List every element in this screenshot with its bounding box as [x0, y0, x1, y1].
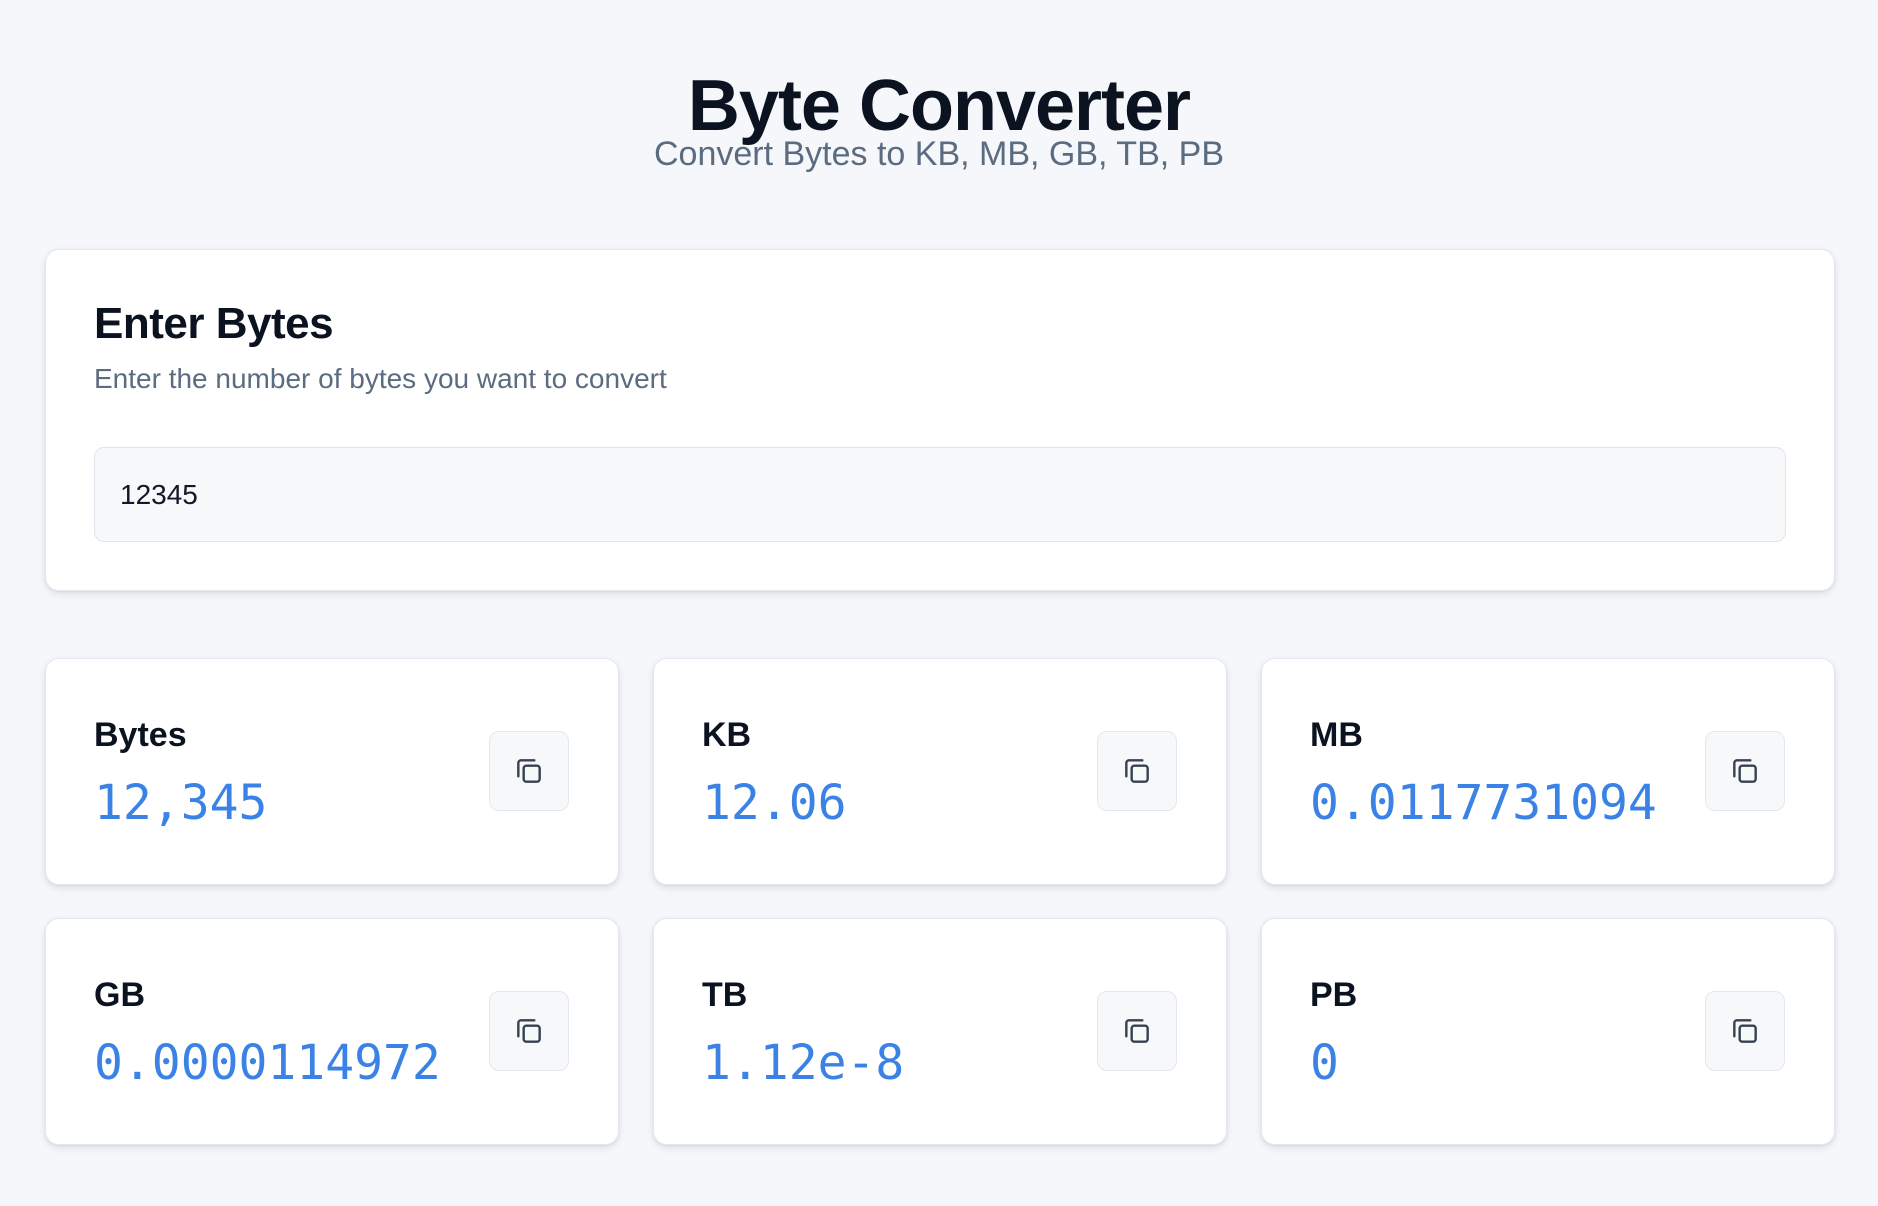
- copy-icon: [1125, 759, 1149, 783]
- result-value: 1.12e-8: [702, 1035, 905, 1091]
- result-card-kb: KB 12.06: [653, 658, 1227, 885]
- result-value: 0.0000114972: [94, 1035, 441, 1091]
- result-label: PB: [1310, 976, 1358, 1014]
- copy-icon: [1125, 1019, 1149, 1043]
- result-value: 0.0117731094: [1310, 775, 1657, 831]
- result-card-bytes: Bytes 12,345: [45, 658, 619, 885]
- result-label: TB: [702, 976, 748, 1014]
- result-value: 12,345: [94, 775, 268, 831]
- copy-button[interactable]: [1097, 731, 1177, 811]
- result-value: 12.06: [702, 775, 847, 831]
- result-card-pb: PB 0: [1261, 918, 1835, 1145]
- result-label: GB: [94, 976, 145, 1014]
- result-label: KB: [702, 716, 752, 754]
- page-subtitle: Convert Bytes to KB, MB, GB, TB, PB: [653, 135, 1224, 173]
- result-label: Bytes: [94, 716, 187, 754]
- copy-button[interactable]: [1705, 991, 1785, 1071]
- result-card-gb: GB 0.0000114972: [45, 918, 619, 1145]
- result-label: MB: [1310, 716, 1363, 754]
- copy-button[interactable]: [489, 991, 569, 1071]
- result-card-tb: TB 1.12e-8: [653, 918, 1227, 1145]
- copy-icon: [1733, 759, 1757, 783]
- copy-button[interactable]: [1705, 731, 1785, 811]
- byte-converter-page: Byte Converter Convert Bytes to KB, MB, …: [0, 0, 1878, 1206]
- bytes-input[interactable]: [94, 447, 1786, 542]
- copy-button[interactable]: [489, 731, 569, 811]
- copy-button[interactable]: [1097, 991, 1177, 1071]
- copy-icon: [517, 759, 541, 783]
- result-card-mb: MB 0.0117731094: [1261, 658, 1835, 885]
- result-value: 0: [1310, 1035, 1339, 1091]
- copy-icon: [1733, 1019, 1757, 1043]
- input-card-heading: Enter Bytes: [94, 299, 334, 348]
- input-card: Enter Bytes Enter the number of bytes yo…: [45, 249, 1835, 591]
- input-card-description: Enter the number of bytes you want to co…: [94, 363, 667, 394]
- copy-icon: [517, 1019, 541, 1043]
